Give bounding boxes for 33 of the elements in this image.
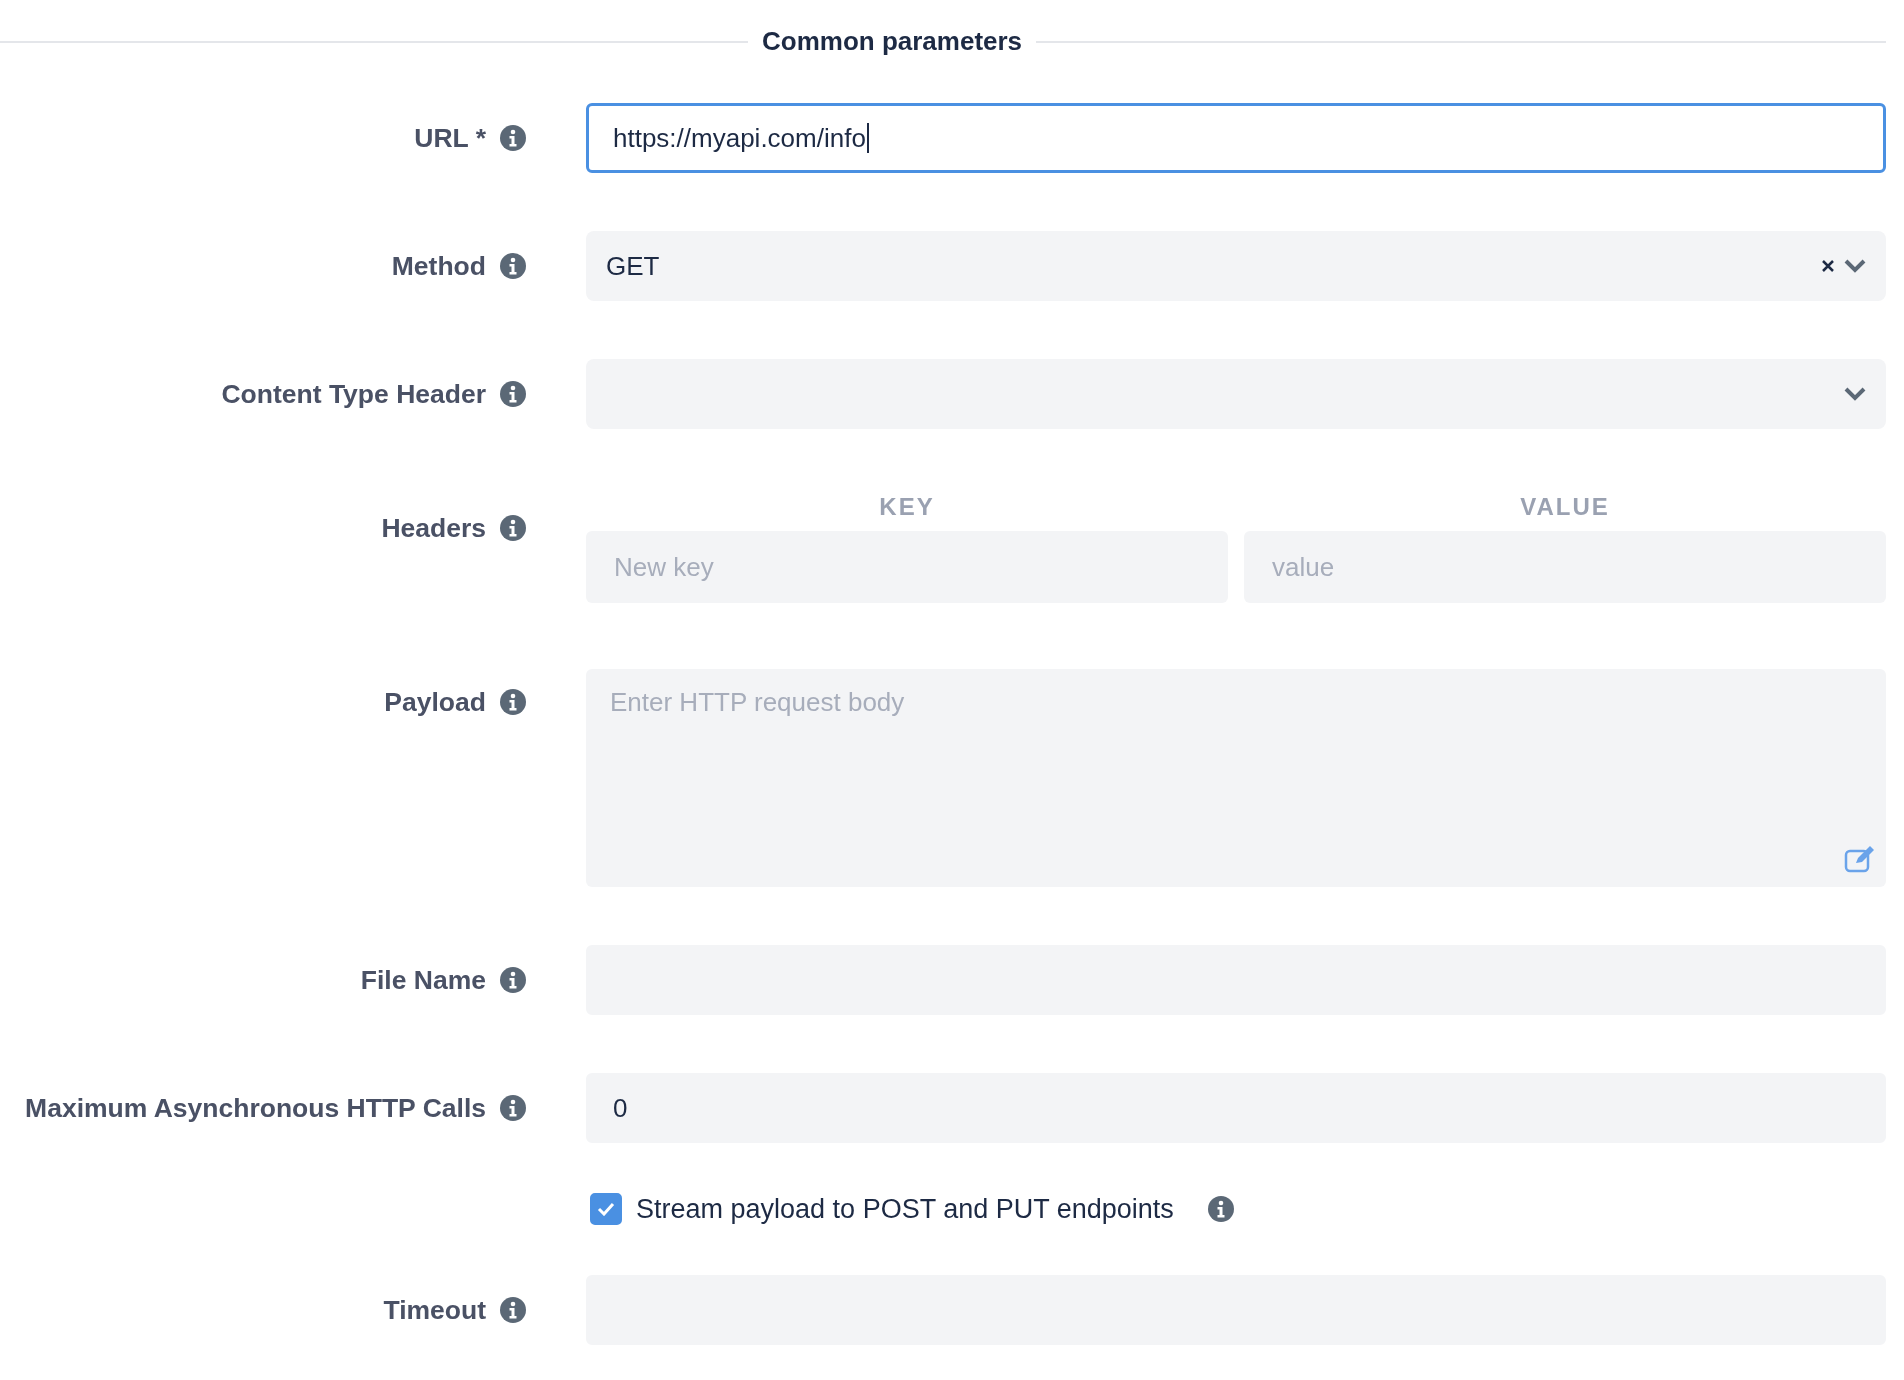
checkmark-icon (597, 1202, 615, 1216)
info-icon[interactable] (500, 1297, 526, 1323)
field-label: Maximum Asynchronous HTTP Calls (25, 1092, 486, 1124)
chevron-down-icon[interactable] (1844, 259, 1866, 273)
info-icon[interactable] (500, 125, 526, 151)
info-icon[interactable] (500, 253, 526, 279)
field-label: Headers (381, 512, 486, 544)
field-label: Content Type Header (221, 378, 486, 410)
close-icon[interactable] (1822, 260, 1834, 272)
checkbox[interactable] (590, 1193, 622, 1225)
text-field[interactable]: https://myapi.com/info (586, 103, 1886, 173)
field-label: File Name (360, 964, 486, 996)
info-icon[interactable] (1207, 1196, 1234, 1222)
checkbox-label: Stream payload to POST and PUT endpoints (636, 1193, 1174, 1225)
info-icon[interactable] (500, 689, 526, 715)
payload-textarea[interactable]: Enter HTTP request body (586, 669, 1886, 887)
chevron-down-icon[interactable] (1844, 387, 1866, 401)
info-icon[interactable] (500, 515, 526, 541)
field-label: Payload (384, 686, 486, 718)
field-label: URL * (414, 122, 486, 154)
select-field[interactable] (586, 359, 1886, 429)
section-title: Common parameters (762, 26, 1023, 57)
field-label: Timeout (383, 1294, 486, 1326)
column-heading: VALUE (1519, 492, 1611, 522)
key-input[interactable]: New key (586, 531, 1228, 603)
field-label: Method (391, 250, 486, 282)
info-icon[interactable] (500, 967, 526, 993)
info-icon[interactable] (500, 381, 526, 407)
value-input[interactable]: value (1244, 531, 1886, 603)
column-heading: KEY (878, 492, 936, 522)
text-field[interactable]: 0 (586, 1073, 1886, 1143)
select-field[interactable]: GET (586, 231, 1886, 301)
info-icon[interactable] (500, 1095, 526, 1121)
